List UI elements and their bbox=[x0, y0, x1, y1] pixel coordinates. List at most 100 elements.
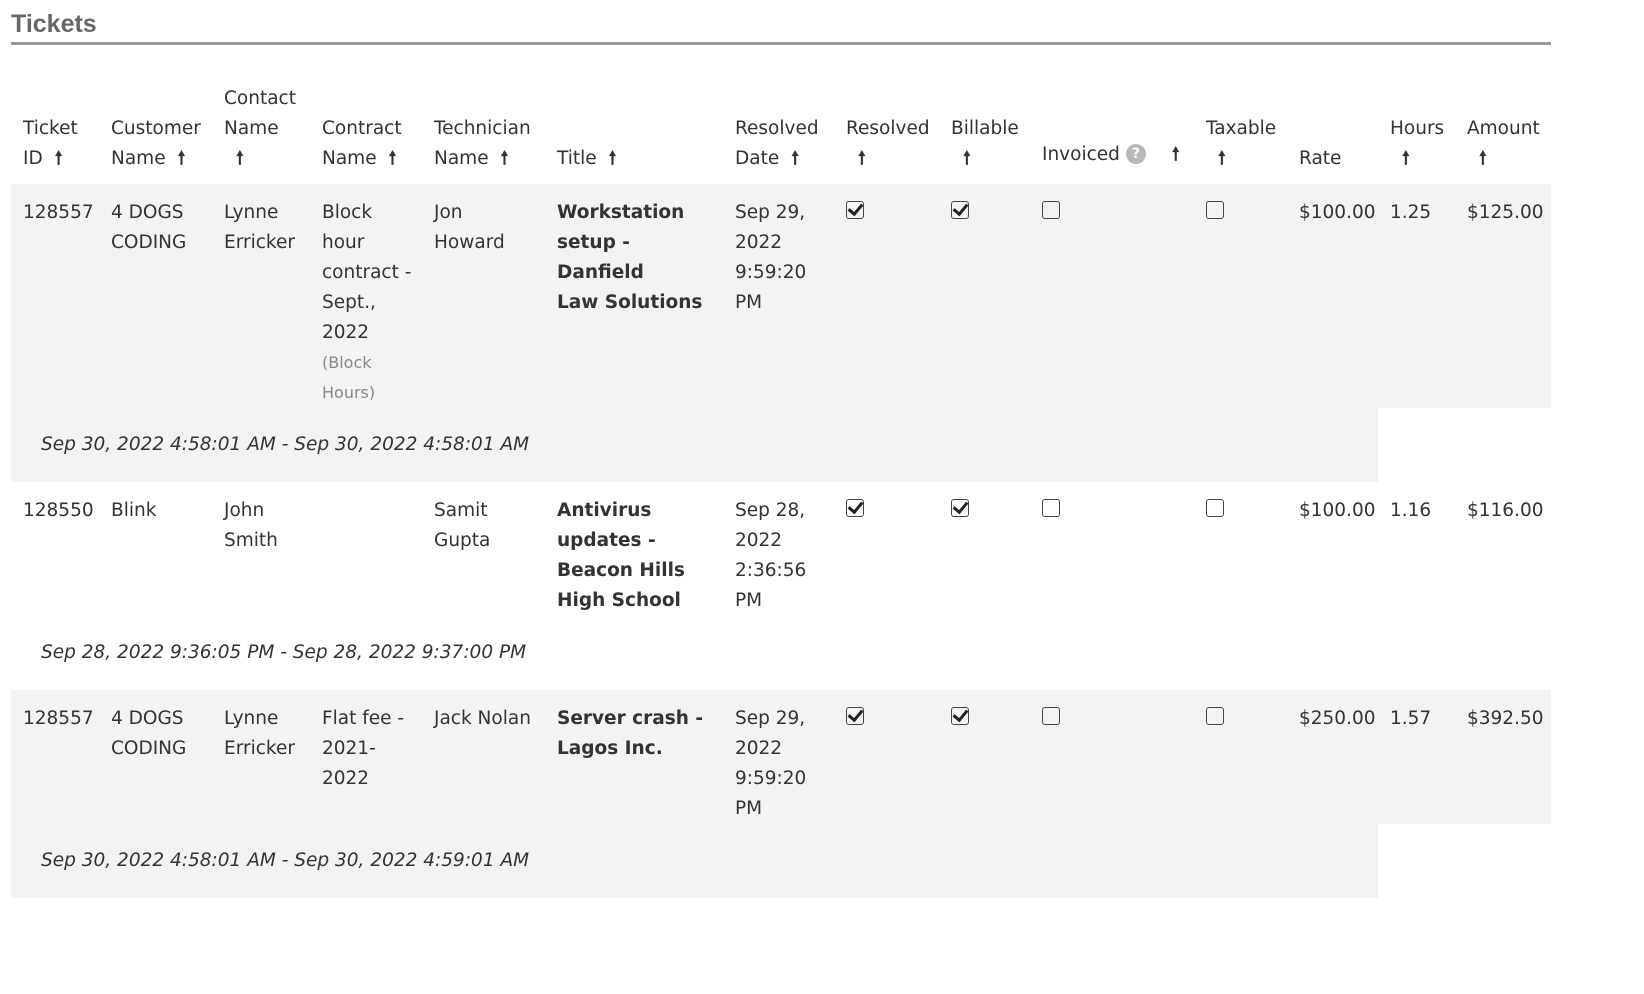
cell-text-line: 9:59:20 bbox=[735, 768, 807, 789]
cell-rate: $250.00 bbox=[1287, 690, 1378, 824]
help-icon[interactable]: ? bbox=[1125, 144, 1146, 164]
column-header-title[interactable]: Title 🠕 bbox=[545, 80, 723, 184]
cell-title[interactable]: Antivirus updates - Beacon Hills High Schoo… bbox=[545, 482, 723, 616]
cell-ticket-id: 128550 bbox=[11, 482, 99, 616]
column-header-hours[interactable]: Hours 🠕 bbox=[1378, 80, 1455, 184]
cell-ticket-id: 128557 bbox=[11, 184, 99, 408]
cell-text-line: setup - Danfield bbox=[557, 232, 644, 283]
cell-taxable bbox=[1194, 184, 1287, 408]
sort-ascending-icon[interactable]: 🠕 bbox=[178, 144, 186, 174]
cell-text-line: 2022 bbox=[735, 232, 783, 253]
cell-contract-name: Flat fee - 2021- 2022 bbox=[310, 690, 422, 824]
cell-text-line: Law Solutions bbox=[557, 292, 703, 313]
sort-ascending-icon[interactable]: 🠕 bbox=[1402, 144, 1410, 174]
cell-hours: 1.57 bbox=[1378, 690, 1455, 824]
sort-ascending-icon[interactable]: 🠕 bbox=[609, 144, 617, 174]
cell-resolved-date: Sep 28, 2022 2:36:56 PM bbox=[723, 482, 834, 616]
table-header-row: Ticket ID 🠕 Customer Name 🠕 Contact Name 🠕… bbox=[11, 80, 1551, 184]
cell-taxable bbox=[1194, 482, 1287, 616]
column-header-label: Name bbox=[224, 118, 279, 139]
checkbox-checked-icon[interactable] bbox=[951, 499, 969, 517]
column-header-technician-name[interactable]: Technician Name 🠕 bbox=[422, 80, 545, 184]
sort-ascending-icon[interactable]: 🠕 bbox=[963, 144, 971, 174]
column-header-customer-name[interactable]: Customer Name 🠕 bbox=[99, 80, 212, 184]
column-header-resolved[interactable]: Resolved 🠕 bbox=[834, 80, 939, 184]
checkbox-unchecked-icon[interactable] bbox=[1206, 707, 1224, 725]
cell-contract-name bbox=[310, 482, 422, 616]
checkbox-checked-icon[interactable] bbox=[846, 707, 864, 725]
cell-text-line: Antivirus bbox=[557, 500, 652, 521]
table-row[interactable]: 128557 4 DOGS CODING Lynne Erricker Block hour… bbox=[11, 184, 1551, 408]
section-title: Tickets bbox=[11, 10, 97, 38]
cell-billable bbox=[939, 184, 1030, 408]
cell-title[interactable]: Server crash - Lagos Inc. bbox=[545, 690, 723, 824]
column-header-contract-name[interactable]: Contract Name 🠕 bbox=[310, 80, 422, 184]
cell-amount: $116.00 bbox=[1455, 482, 1551, 616]
cell-text-line: Jon bbox=[434, 202, 463, 223]
empty-cell bbox=[1378, 408, 1551, 482]
column-header-taxable[interactable]: Taxable 🠕 bbox=[1194, 80, 1287, 184]
checkbox-unchecked-icon[interactable] bbox=[1042, 201, 1060, 219]
cell-text-line: 2022 bbox=[322, 768, 370, 789]
sort-ascending-icon[interactable]: 🠕 bbox=[236, 144, 244, 174]
cell-text-line: 2:36:56 bbox=[735, 560, 807, 581]
sort-ascending-icon[interactable]: 🠕 bbox=[389, 144, 397, 174]
sort-ascending-icon[interactable]: 🠕 bbox=[501, 144, 509, 174]
sort-ascending-icon[interactable]: 🠕 bbox=[1172, 140, 1180, 170]
column-header-label: Invoiced bbox=[1042, 144, 1120, 165]
cell-title[interactable]: Workstation setup - Danfield Law Solutions bbox=[545, 184, 723, 408]
column-header-label: Name bbox=[322, 148, 377, 169]
column-header-invoiced[interactable]: Invoiced? 🠕 bbox=[1030, 80, 1194, 184]
amount-value: $125.00 bbox=[1467, 202, 1544, 223]
column-header-label: Date bbox=[735, 148, 780, 169]
checkbox-checked-icon[interactable] bbox=[951, 201, 969, 219]
cell-text-line: PM bbox=[735, 590, 763, 611]
checkbox-checked-icon[interactable] bbox=[951, 707, 969, 725]
column-header-label: Name bbox=[434, 148, 489, 169]
column-header-label: Taxable bbox=[1206, 118, 1277, 139]
checkbox-checked-icon[interactable] bbox=[846, 499, 864, 517]
column-header-label: Technician bbox=[434, 118, 531, 139]
column-header-label: Name bbox=[111, 148, 166, 169]
sort-ascending-icon[interactable]: 🠕 bbox=[1218, 144, 1226, 174]
cell-text-line: 2022 bbox=[322, 322, 370, 343]
column-header-contact-name[interactable]: Contact Name 🠕 bbox=[212, 80, 310, 184]
hours-value: 1.25 bbox=[1390, 202, 1432, 223]
checkbox-unchecked-icon[interactable] bbox=[1042, 499, 1060, 517]
cell-billable bbox=[939, 690, 1030, 824]
cell-text-line: contract - bbox=[322, 262, 412, 283]
table-row[interactable]: 128557 4 DOGS CODING Lynne Erricker Flat fee … bbox=[11, 690, 1551, 824]
column-header-resolved-date[interactable]: Resolved Date 🠕 bbox=[723, 80, 834, 184]
cell-contact-name: Lynne Erricker bbox=[212, 690, 310, 824]
table-row[interactable]: 128550 Blink John Smith Samit Gupta Antivirus u… bbox=[11, 482, 1551, 616]
ticket-id: 128557 bbox=[23, 708, 94, 729]
cell-text-line: Erricker bbox=[224, 232, 295, 253]
hours-value: 1.16 bbox=[1390, 500, 1432, 521]
ticket-id: 128550 bbox=[23, 500, 94, 521]
sort-ascending-icon[interactable]: 🠕 bbox=[858, 144, 866, 174]
cell-contract-name: Block hour contract - Sept., 2022 (Block Hours… bbox=[310, 184, 422, 408]
sort-ascending-icon[interactable]: 🠕 bbox=[55, 144, 63, 174]
cell-rate: $100.00 bbox=[1287, 482, 1378, 616]
time-entry-row: Sep 30, 2022 4:58:01 AM - Sep 30, 2022 4… bbox=[11, 408, 1551, 482]
column-header-ticket-id[interactable]: Ticket ID 🠕 bbox=[11, 80, 99, 184]
column-header-label: Resolved bbox=[735, 118, 819, 139]
checkbox-unchecked-icon[interactable] bbox=[1206, 499, 1224, 517]
column-header-billable[interactable]: Billable 🠕 bbox=[939, 80, 1030, 184]
cell-text-line: Flat fee - bbox=[322, 708, 405, 729]
checkbox-unchecked-icon[interactable] bbox=[1042, 707, 1060, 725]
column-header-amount[interactable]: Amount 🠕 bbox=[1455, 80, 1551, 184]
cell-text-line: Jack Nolan bbox=[434, 708, 531, 729]
cell-text-line: PM bbox=[735, 798, 763, 819]
column-header-label: Contact bbox=[224, 88, 296, 109]
sort-ascending-icon[interactable]: 🠕 bbox=[1479, 144, 1487, 174]
cell-text-line: 4 DOGS bbox=[111, 708, 184, 729]
sort-ascending-icon[interactable]: 🠕 bbox=[791, 144, 799, 174]
checkbox-checked-icon[interactable] bbox=[846, 201, 864, 219]
time-range: Sep 28, 2022 9:36:05 PM - Sep 28, 2022 9… bbox=[41, 642, 527, 663]
cell-text-line: 4 DOGS bbox=[111, 202, 184, 223]
cell-text-line: Sept., bbox=[322, 292, 376, 313]
cell-invoiced bbox=[1030, 184, 1194, 408]
checkbox-unchecked-icon[interactable] bbox=[1206, 201, 1224, 219]
tickets-table-body: 128557 4 DOGS CODING Lynne Erricker Block hour… bbox=[11, 184, 1551, 898]
